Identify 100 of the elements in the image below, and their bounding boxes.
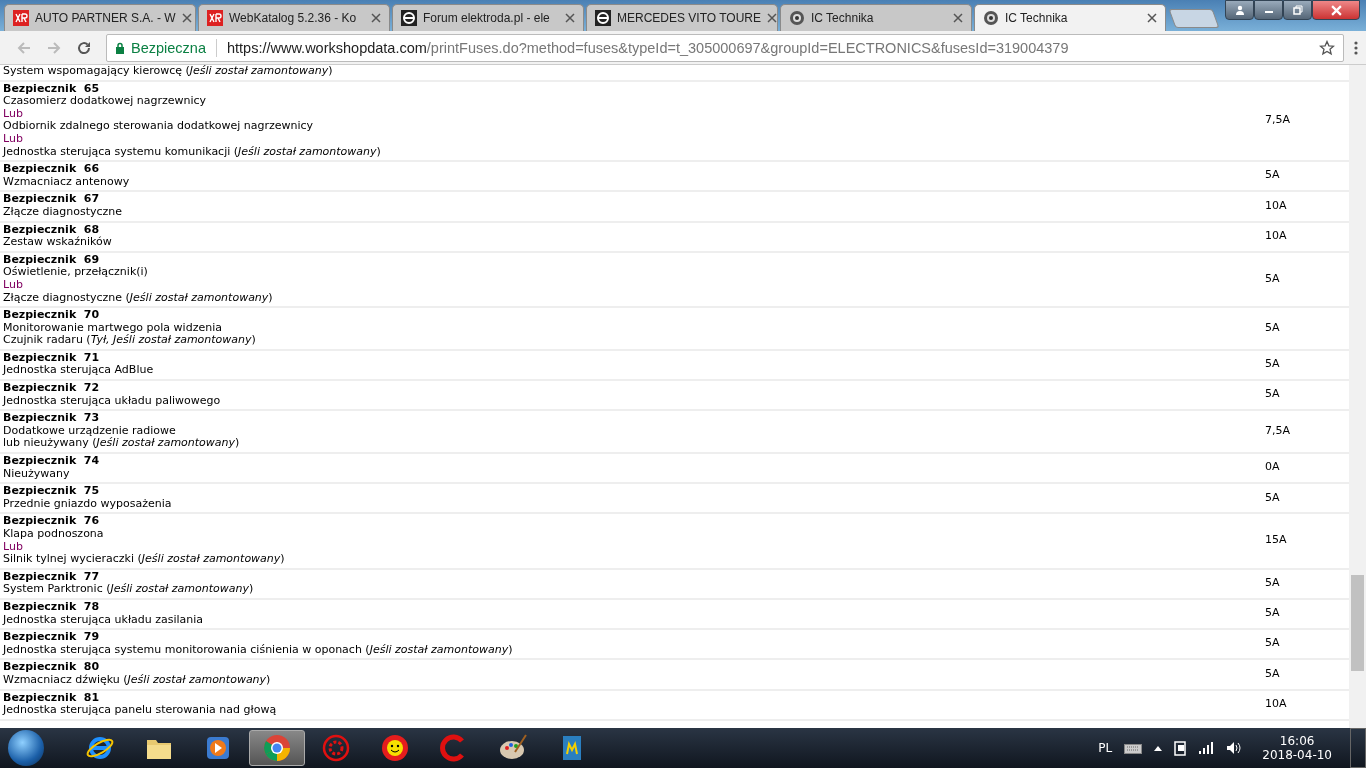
star-icon[interactable] bbox=[1319, 39, 1335, 56]
fuse-rating: 5A bbox=[1265, 491, 1281, 505]
fuse-rating: 5A bbox=[1265, 637, 1281, 651]
restore-icon bbox=[1292, 5, 1303, 15]
caret-icon[interactable] bbox=[1154, 745, 1163, 751]
fuse-rating: 7,5A bbox=[1265, 424, 1292, 438]
fuse-rating: 5A bbox=[1265, 607, 1281, 620]
tab-title: IC Technika bbox=[811, 11, 875, 25]
device-line: Klapa podnoszona bbox=[3, 528, 105, 541]
fuse-title: Bezpiecznik 76 bbox=[3, 515, 101, 528]
device-line: System Parktronic (Jeśli został zamontowany) bbox=[3, 583, 255, 596]
browser-tab[interactable]: MERCEDES VITO TOURE bbox=[586, 4, 778, 31]
close-icon[interactable] bbox=[181, 13, 192, 23]
fuse-title: Bezpiecznik 81 bbox=[3, 691, 101, 705]
clock-time[interactable]: 16:06 bbox=[1279, 734, 1315, 748]
device-line: Jednostka sterująca AdBlue bbox=[3, 364, 155, 378]
tab-title: AUTO PARTNER S.A. - W bbox=[35, 11, 176, 25]
fuse-rating: 10A bbox=[1265, 199, 1288, 213]
device-line: Nieużywany bbox=[3, 467, 71, 481]
browser-tab[interactable]: IC Technika bbox=[974, 4, 1166, 31]
browser-tab[interactable]: WebKatalog 5.2.36 - Ko bbox=[198, 4, 390, 31]
disc-icon bbox=[983, 10, 999, 26]
logo-icon bbox=[207, 10, 223, 26]
close-icon[interactable] bbox=[371, 13, 381, 23]
device-line: Czasomierz dodatkowej nagrzewnicy bbox=[3, 95, 208, 108]
fuse-rating: 10A bbox=[1265, 229, 1288, 243]
menu-icon[interactable] bbox=[1354, 39, 1358, 56]
fuse-title: Bezpiecznik 65 bbox=[3, 82, 101, 96]
device-line: Wzmacniacz antenowy bbox=[3, 175, 131, 189]
device-line: Dodatkowe urządzenie radiowe bbox=[3, 424, 177, 437]
fuse-title: Bezpiecznik 72 bbox=[3, 382, 101, 395]
tab-title: IC Technika bbox=[1005, 11, 1069, 25]
fuse-title: Bezpiecznik 74 bbox=[3, 455, 101, 468]
fuse-title: Bezpiecznik 77 bbox=[3, 570, 101, 584]
e-logo-icon bbox=[595, 10, 611, 26]
fuse-rating: 7,5A bbox=[1265, 114, 1292, 127]
user-button[interactable] bbox=[1225, 0, 1254, 20]
device-line: Oświetlenie, przełącznik(i) bbox=[3, 266, 149, 279]
browser-tab[interactable]: IC Technika bbox=[780, 4, 972, 31]
keyboard-icon[interactable] bbox=[1124, 742, 1143, 754]
minimize-button[interactable] bbox=[1254, 0, 1283, 20]
device-line: Czujnik radaru (Tył, Jeśli został zamontowany) bbox=[3, 334, 257, 347]
close-icon[interactable] bbox=[953, 13, 963, 23]
device-line: Silnik tylnej wycieraczki (Jeśli został zamontowany) bbox=[3, 553, 286, 566]
fuse-title: Bezpiecznik 66 bbox=[3, 163, 101, 176]
person-icon bbox=[1234, 5, 1245, 15]
fuse-title: Bezpiecznik 69 bbox=[3, 253, 101, 266]
fuse-title: Bezpiecznik 79 bbox=[3, 631, 101, 644]
disc-icon bbox=[789, 10, 805, 26]
tab-title: MERCEDES VITO TOURE bbox=[617, 11, 762, 25]
fuse-rating: 0A bbox=[1265, 461, 1281, 474]
signal-icon[interactable] bbox=[1198, 742, 1215, 754]
or-label: Lub bbox=[3, 278, 24, 292]
scrollbar-thumb[interactable] bbox=[1351, 575, 1364, 671]
language-indicator[interactable]: PL bbox=[1098, 741, 1113, 755]
device-line: Zestaw wskaźników bbox=[3, 236, 113, 249]
device-line: Złącze diagnostyczne (Jeśli został zamontowany) bbox=[3, 291, 274, 305]
fuse-rating: 5A bbox=[1265, 388, 1281, 401]
scrollbar[interactable] bbox=[1349, 65, 1366, 728]
browser-tab[interactable]: Forum elektroda.pl - ele bbox=[392, 4, 584, 31]
close-icon[interactable] bbox=[767, 13, 777, 23]
restore-button[interactable] bbox=[1283, 0, 1312, 20]
url-text: https://www.workshopdata.com/printFuses.do?method=fuses&typeId=t_305000697&groupId=ELECTRONICS&fusesId=319004379 bbox=[226, 39, 1070, 56]
fuse-title: Bezpiecznik 70 bbox=[3, 309, 101, 322]
logo-icon bbox=[13, 10, 29, 26]
lock-icon bbox=[115, 41, 125, 54]
fuse-rating: 15A bbox=[1265, 534, 1288, 547]
fuse-rating: 5A bbox=[1265, 272, 1281, 286]
address-bar[interactable]: Bezpieczna https://www.workshopdata.com/printFuses.do?method=fuses&typeId=t_305000697&groupId=ELECTRONICS&fusesId=319004379 bbox=[106, 33, 1344, 62]
device-line: Odbiornik zdalnego sterowania dodatkowej nagrzewnicy bbox=[3, 120, 315, 133]
device-line: Przednie gniazdo wyposażenia bbox=[3, 497, 173, 511]
tab-title: WebKatalog 5.2.36 - Ko bbox=[229, 11, 358, 25]
fuse-title: Bezpiecznik 71 bbox=[3, 351, 101, 365]
device-line: Jednostka sterująca układu paliwowego bbox=[3, 394, 222, 408]
show-desktop-button[interactable] bbox=[1350, 728, 1366, 768]
fuse-title: Bezpiecznik 78 bbox=[3, 600, 101, 614]
fuse-rating: 5A bbox=[1265, 667, 1281, 681]
e-logo-icon bbox=[401, 10, 417, 26]
tab-title: Forum elektroda.pl - ele bbox=[423, 11, 551, 25]
close-icon bbox=[1330, 4, 1342, 16]
reload-icon[interactable] bbox=[76, 39, 92, 56]
fuse-rating: 5A bbox=[1265, 169, 1281, 183]
speaker-icon[interactable] bbox=[1226, 741, 1243, 755]
close-button[interactable] bbox=[1312, 0, 1360, 20]
or-label: Lub bbox=[3, 107, 24, 121]
browser-tab[interactable]: AUTO PARTNER S.A. - W bbox=[4, 4, 196, 31]
clock-date[interactable]: 2018-04-10 bbox=[1262, 748, 1332, 762]
sun-icon bbox=[380, 733, 410, 763]
fuse-title: Bezpiecznik 75 bbox=[3, 485, 101, 498]
device-line: Wzmacniacz dźwięku (Jeśli został zamontowany) bbox=[3, 673, 272, 687]
close-icon[interactable] bbox=[565, 13, 575, 23]
fuse-rating: 5A bbox=[1265, 577, 1281, 590]
fuse-rating: 5A bbox=[1265, 321, 1281, 335]
or-label: Lub bbox=[3, 540, 24, 554]
fuse-title: Bezpiecznik 68 bbox=[3, 223, 101, 236]
start-button[interactable] bbox=[8, 730, 44, 766]
device-line: Jednostka sterująca systemu monitorowania ciśnienia w oponach (Jeśli został zamontowany) bbox=[3, 643, 514, 657]
or-label: Lub bbox=[3, 132, 24, 146]
device-line: Jednostka sterująca systemu komunikacji (Jeśli został zamontowany) bbox=[3, 145, 382, 159]
close-icon[interactable] bbox=[1147, 13, 1157, 23]
